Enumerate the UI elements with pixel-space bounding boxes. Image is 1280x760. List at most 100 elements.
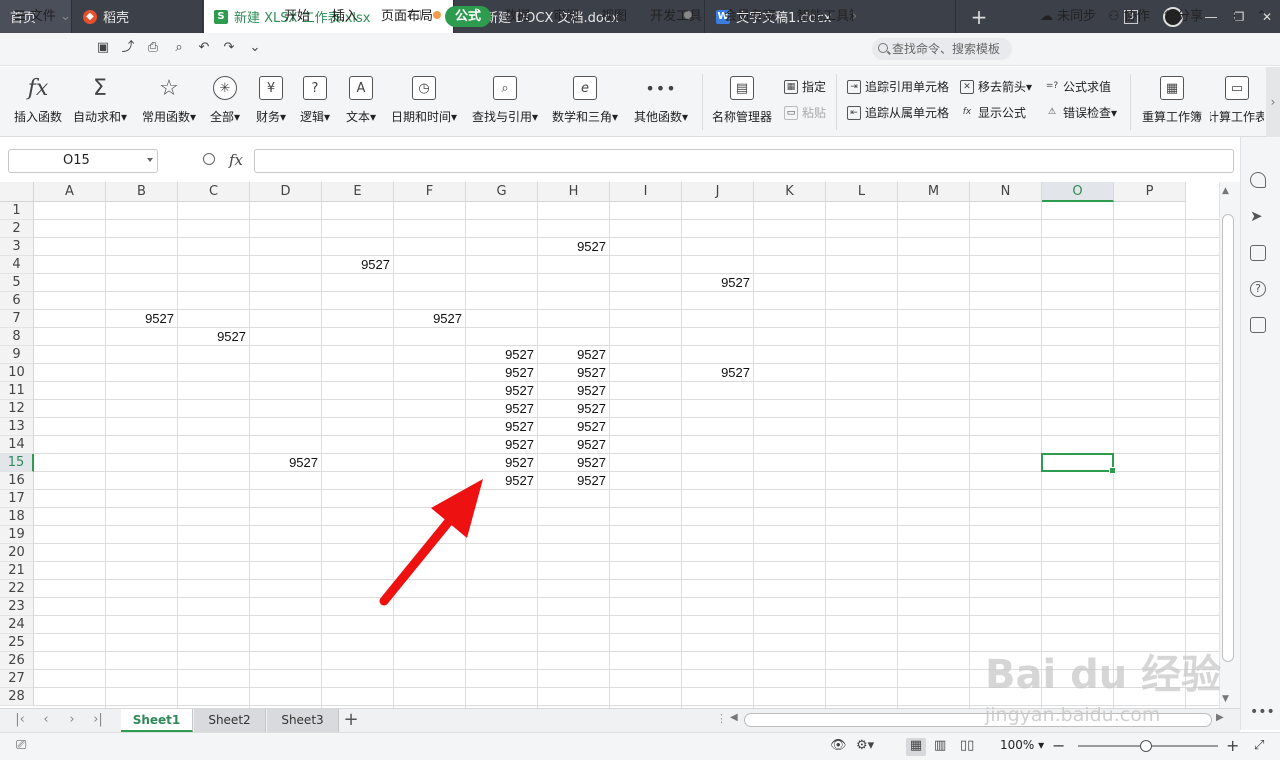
menu-page-layout[interactable]: 页面布局	[381, 0, 433, 33]
view-options-icon[interactable]: ⚙▾	[856, 738, 874, 754]
split-handle-icon[interactable]: ⋮	[716, 712, 727, 725]
paste-name-button[interactable]: ▭ 粘贴	[782, 104, 826, 122]
redo-icon[interactable]: ↷	[222, 41, 236, 55]
column-header-m[interactable]: M	[898, 182, 970, 202]
sync-status[interactable]: ☁ 未同步	[1040, 0, 1096, 33]
column-header-e[interactable]: E	[322, 182, 394, 202]
cell-h14[interactable]: 9527	[538, 436, 610, 454]
row-header-11[interactable]: 11	[0, 382, 34, 400]
row-header-10[interactable]: 10	[0, 364, 34, 382]
export-icon[interactable]: ⤴	[121, 41, 135, 55]
cell-c8[interactable]: 9527	[178, 328, 250, 346]
menu-view[interactable]: 视图	[601, 0, 627, 33]
column-header-j[interactable]: J	[682, 182, 754, 202]
file-menu[interactable]: ☰ 文件 ⌄	[14, 0, 71, 33]
menu-scroll-right-icon[interactable]: ›	[852, 0, 857, 33]
help-icon[interactable]: ?	[1250, 281, 1266, 297]
logic-button[interactable]: ? 逻辑▾	[298, 76, 332, 128]
row-header-15[interactable]: 15	[0, 454, 34, 472]
cursor-icon[interactable]: ➤	[1250, 208, 1266, 224]
column-header-i[interactable]: I	[610, 182, 682, 202]
cell-h16[interactable]: 9527	[538, 472, 610, 490]
column-header-g[interactable]: G	[466, 182, 538, 202]
scroll-left-icon[interactable]: ◀	[730, 712, 738, 723]
row-header-7[interactable]: 7	[0, 310, 34, 328]
row-header-28[interactable]: 28	[0, 688, 34, 706]
row-header-26[interactable]: 26	[0, 652, 34, 670]
insert-function-button[interactable]: fx 插入函数	[12, 76, 64, 128]
print-preview-icon[interactable]: ⌕	[172, 41, 186, 55]
cell-g12[interactable]: 9527	[466, 400, 538, 418]
row-header-1[interactable]: 1	[0, 202, 34, 220]
cell-h13[interactable]: 9527	[538, 418, 610, 436]
rocket-icon[interactable]	[1250, 172, 1266, 188]
cell-j10[interactable]: 9527	[682, 364, 754, 382]
column-header-f[interactable]: F	[394, 182, 466, 202]
date-time-button[interactable]: ◷ 日期和时间▾	[390, 76, 458, 128]
zoom-level[interactable]: 100% ▾	[1000, 738, 1044, 752]
column-header-a[interactable]: A	[34, 182, 106, 202]
cell-g9[interactable]: 9527	[466, 346, 538, 364]
unsaved-dot-icon[interactable]	[433, 11, 441, 19]
quick-access-dropdown-icon[interactable]: ⌄	[248, 41, 262, 55]
assign-name-button[interactable]: ▦ 指定	[782, 78, 826, 96]
command-search[interactable]: 查找命令、搜索模板	[872, 38, 1012, 60]
name-box[interactable]: O15	[8, 149, 158, 173]
row-header-18[interactable]: 18	[0, 508, 34, 526]
finance-button[interactable]: ¥ 财务▾	[254, 76, 288, 128]
property-icon[interactable]	[1250, 245, 1266, 261]
scroll-down-icon[interactable]: ▼	[1222, 694, 1229, 704]
column-header-c[interactable]: C	[178, 182, 250, 202]
save-icon[interactable]: ▣	[96, 41, 110, 55]
macro-record-icon[interactable]: ⎚	[16, 738, 26, 754]
menu-formula[interactable]: 公式	[445, 6, 492, 27]
column-header-o[interactable]: O	[1042, 182, 1114, 202]
eye-protection-icon[interactable]: 👁	[830, 738, 847, 754]
cell-g13[interactable]: 9527	[466, 418, 538, 436]
show-formulas-button[interactable]: fx 显示公式	[958, 104, 1026, 122]
column-header-p[interactable]: P	[1114, 182, 1186, 202]
new-tab-plus-icon[interactable]: +	[968, 5, 990, 29]
reading-view-icon[interactable]: ▯▯	[960, 738, 974, 754]
row-header-12[interactable]: 12	[0, 400, 34, 418]
cell-g16[interactable]: 9527	[466, 472, 538, 490]
undo-icon[interactable]: ↶	[197, 41, 211, 55]
column-header-k[interactable]: K	[754, 182, 826, 202]
formula-input[interactable]	[254, 149, 1234, 173]
lookup-reference-button[interactable]: ⌕ 查找与引用▾	[471, 76, 539, 128]
menu-insert[interactable]: 插入	[332, 0, 358, 33]
cell-h15[interactable]: 9527	[538, 454, 610, 472]
normal-view-icon[interactable]: ▦	[906, 738, 926, 756]
error-check-button[interactable]: ⚠ 错误检查▾	[1043, 104, 1117, 122]
menu-developer[interactable]: 开发工具	[650, 0, 702, 33]
recalc-workbook-button[interactable]: ▦ 重算工作簿	[1140, 76, 1204, 128]
cell-g10[interactable]: 9527	[466, 364, 538, 382]
row-header-6[interactable]: 6	[0, 292, 34, 310]
prev-sheet-icon[interactable]: ‹	[38, 712, 54, 728]
sheet-tab-3[interactable]: Sheet3	[267, 709, 339, 732]
column-header-d[interactable]: D	[250, 182, 322, 202]
row-header-16[interactable]: 16	[0, 472, 34, 490]
trace-dependents-button[interactable]: ⇤ 追踪从属单元格	[845, 104, 949, 122]
cell-e4[interactable]: 9527	[322, 256, 394, 274]
sheet-tab-2[interactable]: Sheet2	[194, 709, 266, 732]
menu-member[interactable]: 会员专享	[724, 0, 776, 33]
row-header-2[interactable]: 2	[0, 220, 34, 238]
scroll-up-icon[interactable]: ▲	[1222, 186, 1229, 196]
cell-area[interactable]: 9527 9527 9527 9527 9527 9527 9527 9527 9527 9527…	[34, 202, 1219, 708]
fullscreen-icon[interactable]: ⤢	[1254, 738, 1264, 754]
row-header-14[interactable]: 14	[0, 436, 34, 454]
cell-h9[interactable]: 9527	[538, 346, 610, 364]
share-button[interactable]: ⇪ 分享	[1162, 0, 1203, 33]
menu-start[interactable]: 开始	[284, 0, 310, 33]
calc-sheet-button[interactable]: ▭ 计算工作表	[1210, 76, 1264, 128]
zoom-in-icon[interactable]: +	[1226, 738, 1239, 754]
select-all-corner[interactable]	[0, 182, 34, 202]
ribbon-scroll-right-icon[interactable]: ›	[1266, 67, 1280, 137]
text-button[interactable]: A 文本▾	[344, 76, 378, 128]
column-header-h[interactable]: H	[538, 182, 610, 202]
menu-data[interactable]: 数据	[504, 0, 530, 33]
row-header-13[interactable]: 13	[0, 418, 34, 436]
page-break-view-icon[interactable]: ▥	[934, 738, 946, 754]
remove-arrows-button[interactable]: ✕ 移去箭头▾	[958, 78, 1032, 96]
